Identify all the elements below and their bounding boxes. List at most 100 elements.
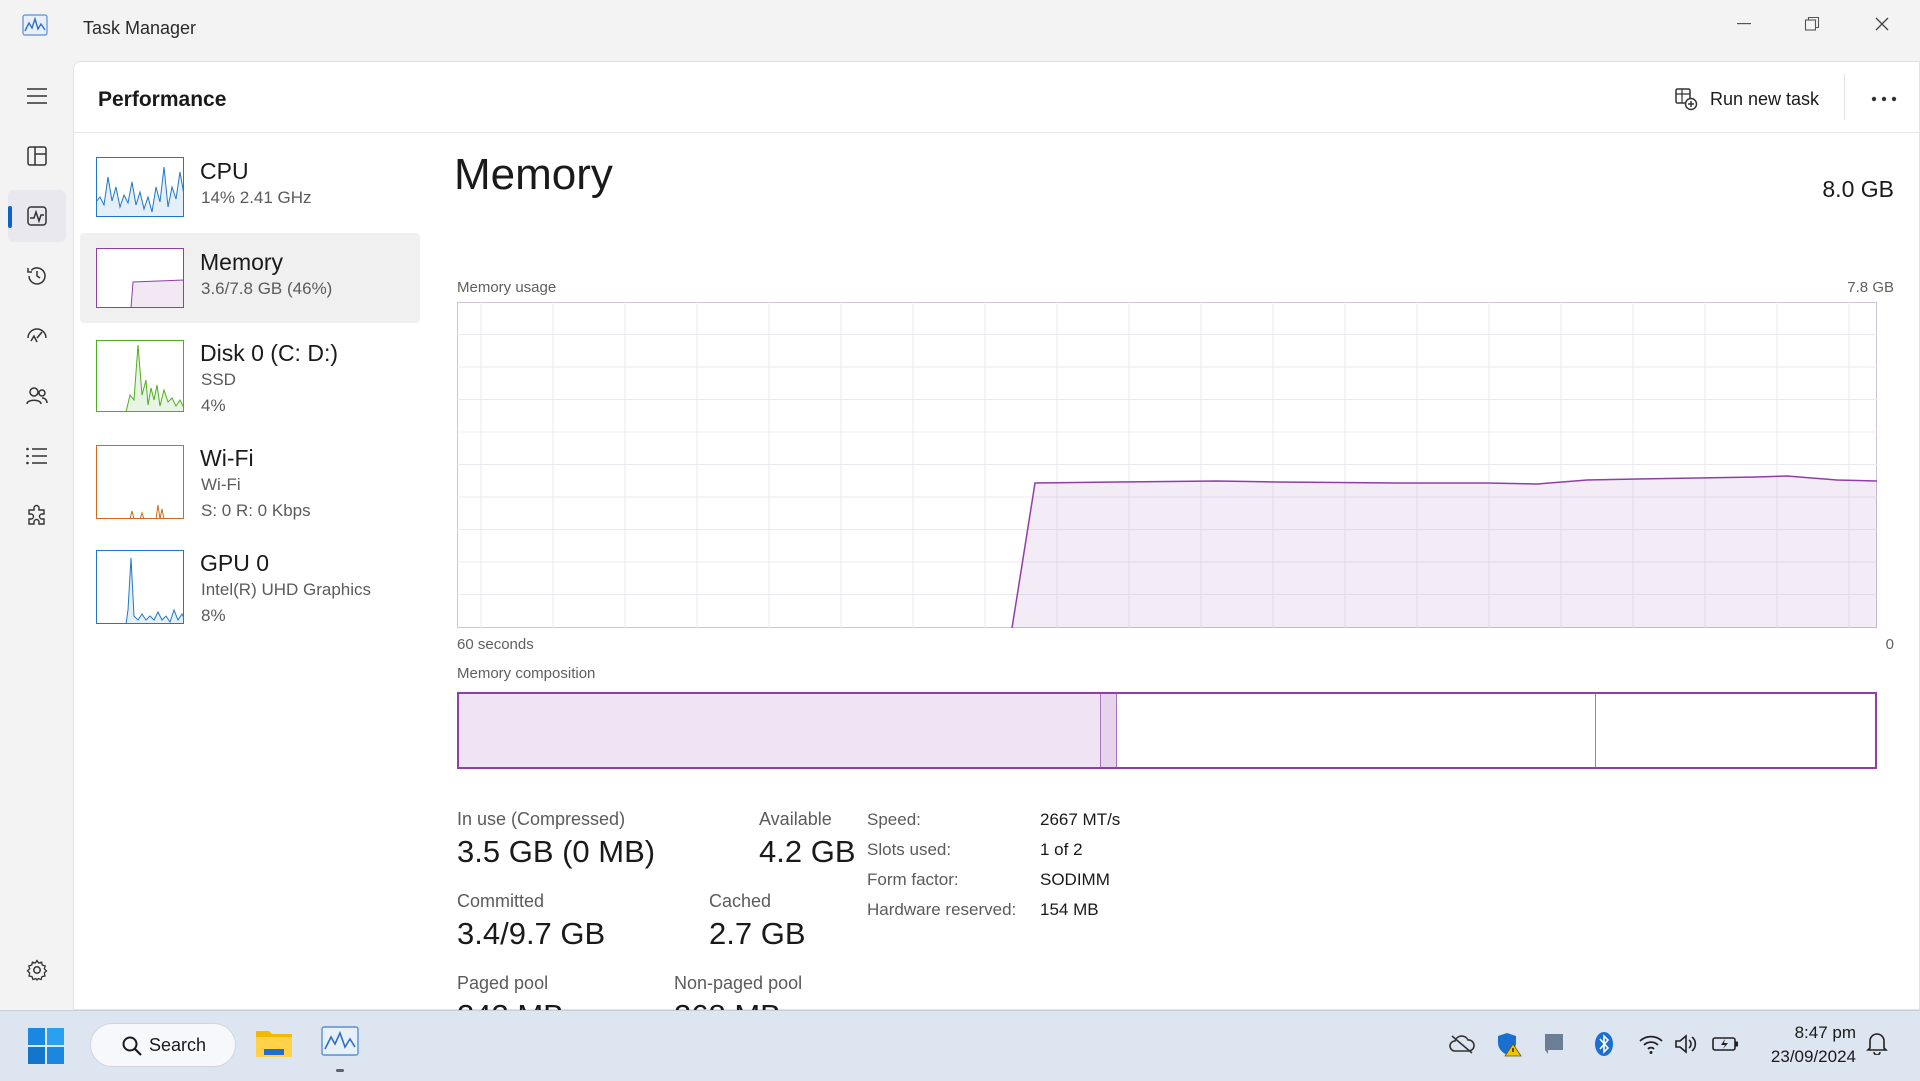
run-task-icon <box>1675 88 1698 111</box>
device-disk[interactable]: Disk 0 (C: D:) SSD 4% <box>80 324 420 428</box>
active-indicator <box>8 206 12 228</box>
device-gpu[interactable]: GPU 0 Intel(R) UHD Graphics 8% <box>80 534 420 638</box>
device-name: GPU 0 <box>200 550 270 576</box>
graph-axis-right: 0 <box>1885 636 1894 653</box>
device-list: CPU 14% 2.41 GHz Memory 3.6/7.8 GB (46%)… <box>80 142 420 639</box>
close-button[interactable] <box>1852 6 1912 42</box>
clock-time: 8:47 pm <box>1794 1023 1856 1042</box>
security-warning-icon[interactable] <box>1496 1031 1522 1057</box>
form-factor-value: SODIMM <box>1040 870 1110 889</box>
memory-composition-bar[interactable] <box>457 692 1877 769</box>
composition-standby[interactable] <box>1117 694 1597 767</box>
cached-value: 2.7 GB <box>709 916 806 951</box>
device-name: Wi-Fi <box>200 445 254 471</box>
task-manager-app-icon <box>22 14 48 36</box>
device-wifi[interactable]: Wi-Fi Wi-Fi S: 0 R: 0 Kbps <box>80 429 420 533</box>
speed-value: 2667 MT/s <box>1040 810 1121 829</box>
minimize-button[interactable] <box>1714 6 1774 42</box>
run-new-task-label: Run new task <box>1710 88 1820 109</box>
tray-app-icon[interactable] <box>1544 1033 1564 1055</box>
device-stat: 14% 2.41 GHz <box>201 188 312 207</box>
composition-in-use[interactable] <box>459 694 1101 767</box>
more-ellipsis-icon <box>1871 96 1897 102</box>
nav-startup-apps[interactable] <box>8 310 66 362</box>
startup-gauge-icon <box>27 328 47 343</box>
slots-label: Slots used: <box>867 840 952 859</box>
nav-performance[interactable] <box>8 190 66 242</box>
in-use-label: In use (Compressed) <box>457 809 626 829</box>
clock-date: 23/09/2024 <box>1770 1047 1856 1066</box>
device-memory[interactable]: Memory 3.6/7.8 GB (46%) <box>80 233 420 323</box>
memory-usage-area <box>1012 476 1877 628</box>
speed-label: Speed: <box>867 810 921 829</box>
battery-charging-icon[interactable] <box>1712 1033 1740 1055</box>
non-paged-pool-label: Non-paged pool <box>674 973 803 993</box>
committed-value: 3.4/9.7 GB <box>457 916 606 951</box>
device-cpu[interactable]: CPU 14% 2.41 GHz <box>80 142 420 232</box>
task-manager-taskbar-button[interactable] <box>320 1025 360 1072</box>
main-panel: Performance Run new task CPU 14% 2.41 GH… <box>73 61 1920 1033</box>
nav-app-history[interactable] <box>8 250 66 302</box>
restore-button[interactable] <box>1782 6 1842 42</box>
memory-title: Memory <box>454 150 613 199</box>
hamburger-icon <box>27 88 47 104</box>
page-header: Performance Run new task <box>74 62 1919 133</box>
committed-label: Committed <box>457 891 545 911</box>
title-bar: Task Manager <box>0 0 1920 60</box>
hardware-reserved-value: 154 MB <box>1040 900 1099 919</box>
wifi-icon[interactable] <box>1638 1033 1664 1055</box>
notification-bell-icon[interactable] <box>1866 1031 1888 1055</box>
wifi-thumbnail-graph <box>96 445 184 519</box>
history-icon <box>27 267 46 285</box>
taskbar: Search 8:47 pm 23/09/2024 <box>0 1010 1920 1081</box>
volume-icon[interactable] <box>1674 1033 1700 1055</box>
details-list-icon <box>26 447 47 465</box>
memory-usage-graph <box>457 302 1877 628</box>
more-options-button[interactable] <box>1864 84 1904 114</box>
performance-icon <box>27 206 47 226</box>
header-divider <box>1844 74 1845 120</box>
nav-services[interactable] <box>8 490 66 542</box>
form-factor-label: Form factor: <box>867 870 959 889</box>
taskbar-search[interactable]: Search <box>90 1023 236 1067</box>
device-stat: 4% <box>201 396 226 415</box>
cpu-thumbnail-graph <box>96 157 184 217</box>
device-name: CPU <box>200 158 249 184</box>
device-type: Wi-Fi <box>201 475 241 494</box>
device-stat: 8% <box>201 606 226 625</box>
onedrive-offline-icon[interactable] <box>1448 1033 1476 1055</box>
available-value: 4.2 GB <box>759 834 856 869</box>
start-button[interactable] <box>28 1028 64 1069</box>
memory-usage-max: 7.8 GB <box>1847 279 1894 296</box>
navigation-rail <box>0 60 73 1010</box>
composition-modified[interactable] <box>1100 694 1118 767</box>
running-indicator <box>336 1069 344 1072</box>
processes-icon <box>27 146 47 166</box>
nav-processes[interactable] <box>8 130 66 182</box>
hamburger-menu-button[interactable] <box>8 70 66 122</box>
settings-gear-icon <box>26 959 48 981</box>
file-explorer-taskbar-button[interactable] <box>254 1025 294 1066</box>
memory-composition-label: Memory composition <box>457 665 596 682</box>
hardware-reserved-label: Hardware reserved: <box>867 900 1017 919</box>
services-puzzle-icon <box>28 504 45 525</box>
graph-axis-left: 60 seconds <box>457 636 534 653</box>
search-label: Search <box>149 1034 207 1055</box>
window-title: Task Manager <box>83 18 197 38</box>
nav-details[interactable] <box>8 430 66 482</box>
available-label: Available <box>759 809 832 829</box>
slots-value: 1 of 2 <box>1040 840 1083 859</box>
run-new-task-button[interactable]: Run new task <box>1674 82 1819 116</box>
cached-label: Cached <box>709 891 772 911</box>
device-stat: S: 0 R: 0 Kbps <box>201 501 311 520</box>
device-name: Disk 0 (C: D:) <box>200 340 338 366</box>
memory-total: 8.0 GB <box>1822 176 1894 202</box>
users-icon <box>26 387 48 405</box>
bluetooth-icon[interactable] <box>1594 1031 1614 1057</box>
taskbar-clock[interactable]: 8:47 pm 23/09/2024 <box>1740 1021 1856 1069</box>
composition-free[interactable] <box>1596 694 1875 767</box>
page-title: Performance <box>98 88 227 111</box>
nav-users[interactable] <box>8 370 66 422</box>
nav-settings[interactable] <box>8 944 66 996</box>
windows-logo-icon <box>28 1028 64 1064</box>
